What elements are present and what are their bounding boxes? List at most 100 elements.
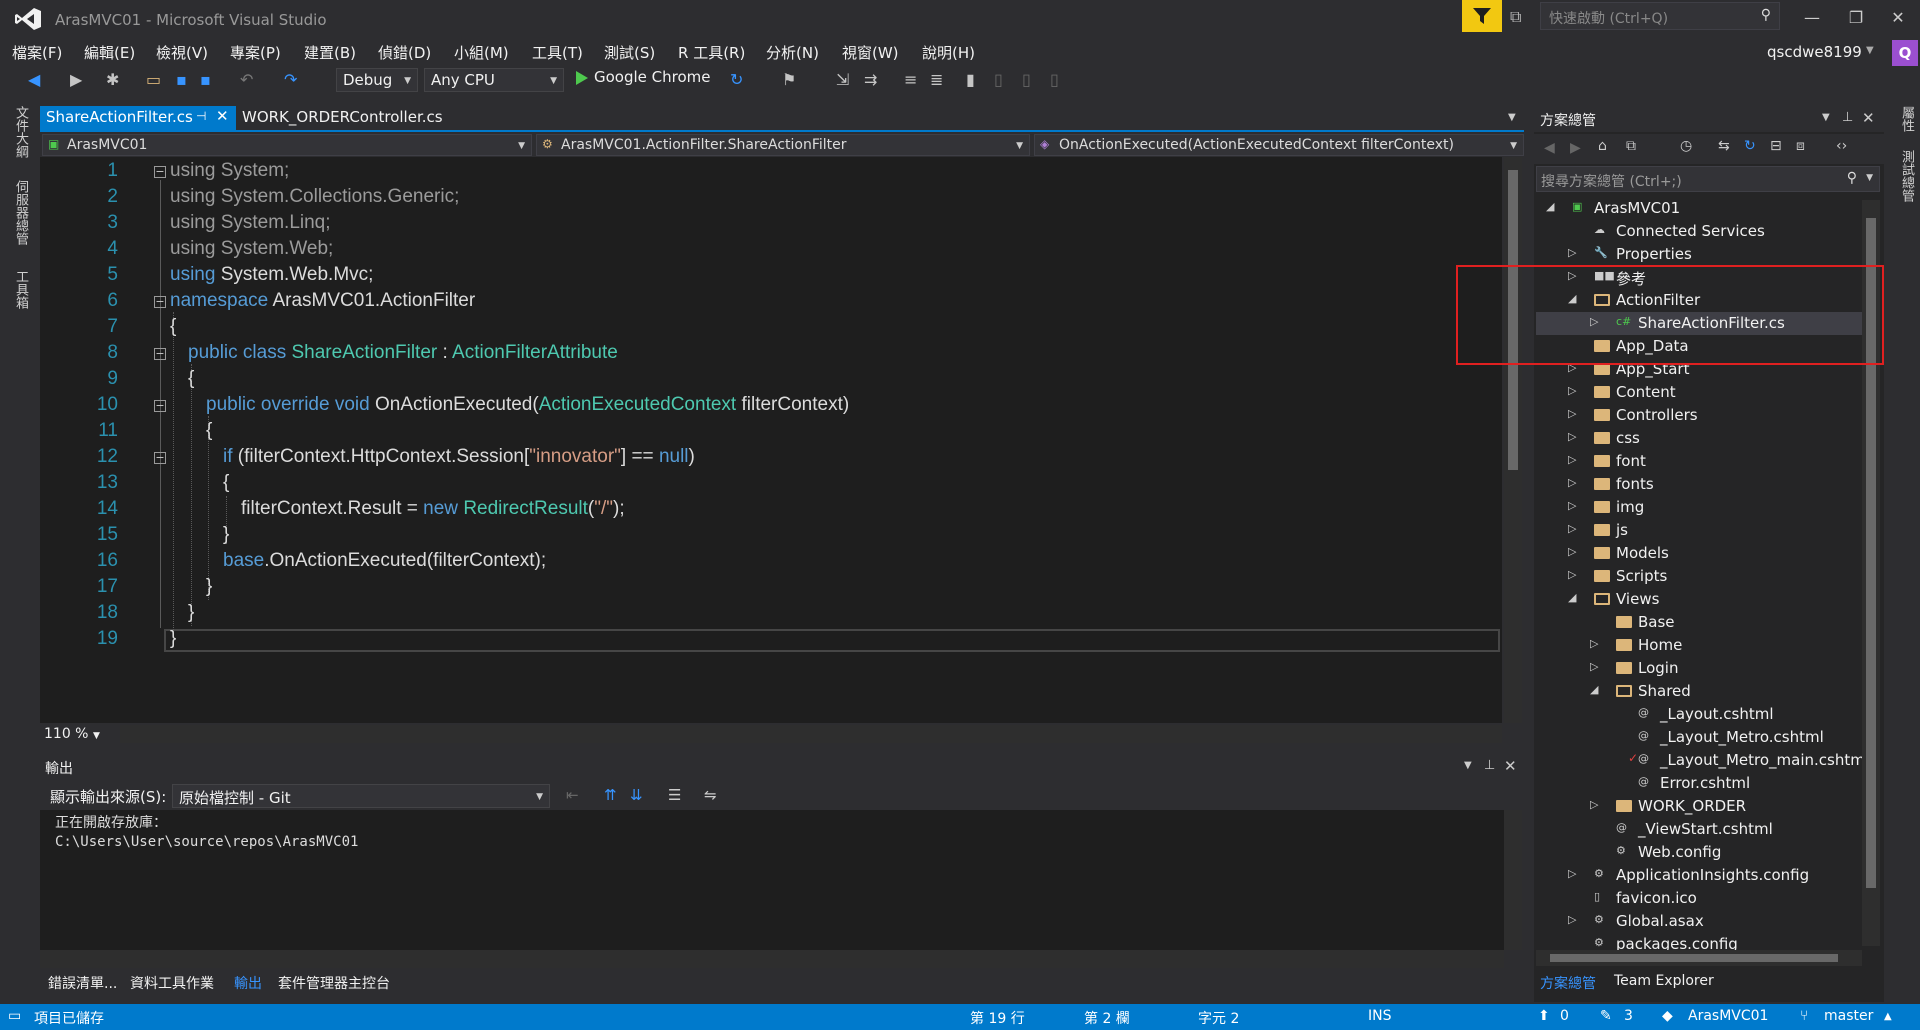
collapsed-arrow-icon[interactable]: ▷: [1568, 867, 1576, 880]
solution-explorer-search-input[interactable]: 搜尋方案總管 (Ctrl+;) ⚲ ▼: [1536, 166, 1880, 192]
collapsed-arrow-icon[interactable]: ▷: [1590, 798, 1598, 811]
start-debugging-button[interactable]: Google Chrome: [572, 68, 711, 92]
tree-item[interactable]: ▷ 🔧 Properties: [1536, 243, 1862, 266]
test-explorer-tab[interactable]: 測試總管: [1897, 150, 1916, 202]
sync-icon[interactable]: ⇆: [1718, 138, 1730, 154]
tree-item[interactable]: ⚙ Web.config: [1536, 841, 1862, 864]
properties-tab[interactable]: 屬性: [1897, 106, 1916, 132]
tab-output[interactable]: 輸出: [234, 973, 262, 993]
tree-item[interactable]: ▷ Login: [1536, 657, 1862, 680]
feedback-icon[interactable]: ⧉: [1510, 7, 1521, 27]
menu-build[interactable]: 建置(B): [304, 42, 356, 63]
next-bookmark-icon[interactable]: ▯: [1022, 70, 1031, 89]
collapsed-arrow-icon[interactable]: ▷: [1568, 384, 1576, 397]
menu-tools[interactable]: 工具(T): [532, 42, 583, 63]
member-dropdown[interactable]: ◈ OnActionExecuted(ActionExecutedContext…: [1034, 134, 1524, 156]
notification-filter-button[interactable]: [1462, 0, 1502, 32]
minimize-button[interactable]: —: [1792, 4, 1832, 32]
home-icon[interactable]: ⌂: [1598, 138, 1607, 154]
tab-package-manager-console[interactable]: 套件管理器主控台: [278, 973, 390, 993]
collapse-all-icon[interactable]: ⊟: [1770, 138, 1782, 154]
menu-project[interactable]: 專案(P): [230, 42, 281, 63]
output-horizontal-scrollbar[interactable]: [40, 950, 1504, 968]
collapsed-arrow-icon[interactable]: ▷: [1568, 568, 1576, 581]
back-icon[interactable]: ◀: [1544, 140, 1555, 156]
tree-item[interactable]: ◢ Views: [1536, 588, 1862, 611]
collapse-toggle[interactable]: −: [154, 400, 166, 412]
tab-share-action-filter[interactable]: ShareActionFilter.cs ⊣ ✕: [40, 106, 236, 130]
close-icon[interactable]: ✕: [1504, 757, 1517, 775]
pin-icon[interactable]: ⊣: [196, 109, 206, 123]
collapsed-arrow-icon[interactable]: ▷: [1568, 476, 1576, 489]
clear-all-icon[interactable]: ☰: [668, 786, 681, 804]
save-icon[interactable]: ▪: [176, 70, 187, 89]
tree-item[interactable]: ▷ fonts: [1536, 473, 1862, 496]
menu-r-tools[interactable]: R 工具(R): [678, 42, 745, 63]
zoom-level-select[interactable]: 110 % ▼: [40, 725, 118, 745]
close-icon[interactable]: ✕: [1862, 109, 1875, 127]
go-to-previous-message-icon[interactable]: ⇈: [604, 786, 617, 804]
tree-item[interactable]: @ Error.cshtml: [1536, 772, 1862, 795]
show-all-files-icon[interactable]: ⧈: [1796, 138, 1805, 154]
tree-item[interactable]: ▷ Content: [1536, 381, 1862, 404]
prev-bookmark-icon[interactable]: ▯: [994, 70, 1003, 89]
menu-view[interactable]: 檢視(V): [156, 42, 208, 63]
menu-test[interactable]: 測試(S): [604, 42, 655, 63]
user-avatar[interactable]: Q: [1892, 40, 1918, 66]
uncomment-icon[interactable]: ≣: [930, 70, 943, 89]
output-vertical-scrollbar[interactable]: [1504, 810, 1522, 950]
switch-views-icon[interactable]: ⧉: [1626, 138, 1636, 154]
pending-changes-filter-icon[interactable]: ◷: [1680, 138, 1692, 154]
word-wrap-icon[interactable]: ⇋: [704, 786, 717, 804]
tab-overflow-chevron-icon[interactable]: ▼: [1508, 112, 1516, 123]
restore-button[interactable]: ❐: [1836, 4, 1876, 32]
server-explorer-tab[interactable]: 伺服器總管: [11, 180, 30, 245]
find-message-icon[interactable]: ⇤: [566, 786, 579, 804]
project-dropdown[interactable]: ▣ ArasMVC01 ▼: [42, 134, 532, 156]
tree-item[interactable]: Base: [1536, 611, 1862, 634]
tree-item[interactable]: ▷ Scripts: [1536, 565, 1862, 588]
save-all-icon[interactable]: ▪: [200, 70, 211, 89]
refresh-icon[interactable]: ↻: [730, 70, 743, 89]
chevron-up-icon[interactable]: ▲: [1884, 1011, 1892, 1022]
scrollbar-thumb[interactable]: [1550, 954, 1838, 962]
menu-file[interactable]: 檔案(F): [12, 42, 62, 63]
step-into-icon[interactable]: ⇲: [836, 70, 849, 89]
pending-changes-count[interactable]: 3: [1624, 1008, 1633, 1024]
redo-icon[interactable]: ↷: [284, 70, 297, 89]
tree-item[interactable]: ✓ @ _Layout_Metro_main.cshtml: [1536, 749, 1869, 772]
solution-configuration-select[interactable]: Debug ▼: [336, 68, 418, 92]
collapsed-arrow-icon[interactable]: ▷: [1568, 499, 1576, 512]
repository-name[interactable]: ArasMVC01: [1688, 1008, 1768, 1024]
tree-item[interactable]: ☁ Connected Services: [1536, 220, 1862, 243]
collapsed-arrow-icon[interactable]: ▷: [1568, 522, 1576, 535]
navigate-back-icon[interactable]: ◀: [28, 70, 40, 89]
user-account-name[interactable]: qscdwe8199: [1767, 43, 1862, 61]
forward-icon[interactable]: ▶: [1570, 140, 1581, 156]
branch-name[interactable]: master: [1824, 1008, 1873, 1024]
close-icon[interactable]: ✕: [216, 107, 229, 125]
collapsed-arrow-icon[interactable]: ▷: [1568, 913, 1576, 926]
close-window-button[interactable]: ✕: [1878, 4, 1918, 32]
view-code-icon[interactable]: ‹›: [1836, 138, 1847, 154]
chevron-down-icon[interactable]: ▼: [1866, 45, 1874, 56]
step-over-icon[interactable]: ⇉: [864, 70, 877, 89]
go-to-next-message-icon[interactable]: ⇊: [630, 786, 643, 804]
menu-edit[interactable]: 編輯(E): [84, 42, 135, 63]
menu-window[interactable]: 視窗(W): [842, 42, 899, 63]
tree-item[interactable]: ▷ Controllers: [1536, 404, 1862, 427]
quick-launch-input[interactable]: 快速啟動 (Ctrl+Q) ⚲: [1540, 2, 1780, 30]
collapsed-arrow-icon[interactable]: ▷: [1568, 453, 1576, 466]
comment-icon[interactable]: ≡: [904, 70, 917, 89]
repository-icon[interactable]: ◆: [1662, 1008, 1673, 1024]
menu-analyze[interactable]: 分析(N): [766, 42, 819, 63]
pin-icon[interactable]: ⊥: [1484, 758, 1495, 773]
collapse-toggle[interactable]: −: [154, 452, 166, 464]
tab-solution-explorer[interactable]: 方案總管: [1540, 973, 1596, 993]
expanded-arrow-icon[interactable]: ◢: [1590, 683, 1598, 696]
tree-item[interactable]: ▯ favicon.ico: [1536, 887, 1862, 910]
tree-item[interactable]: ▷ Home: [1536, 634, 1862, 657]
collapsed-arrow-icon[interactable]: ▷: [1568, 430, 1576, 443]
collapse-toggle[interactable]: −: [154, 296, 166, 308]
status-insert-mode[interactable]: INS: [1368, 1008, 1392, 1024]
